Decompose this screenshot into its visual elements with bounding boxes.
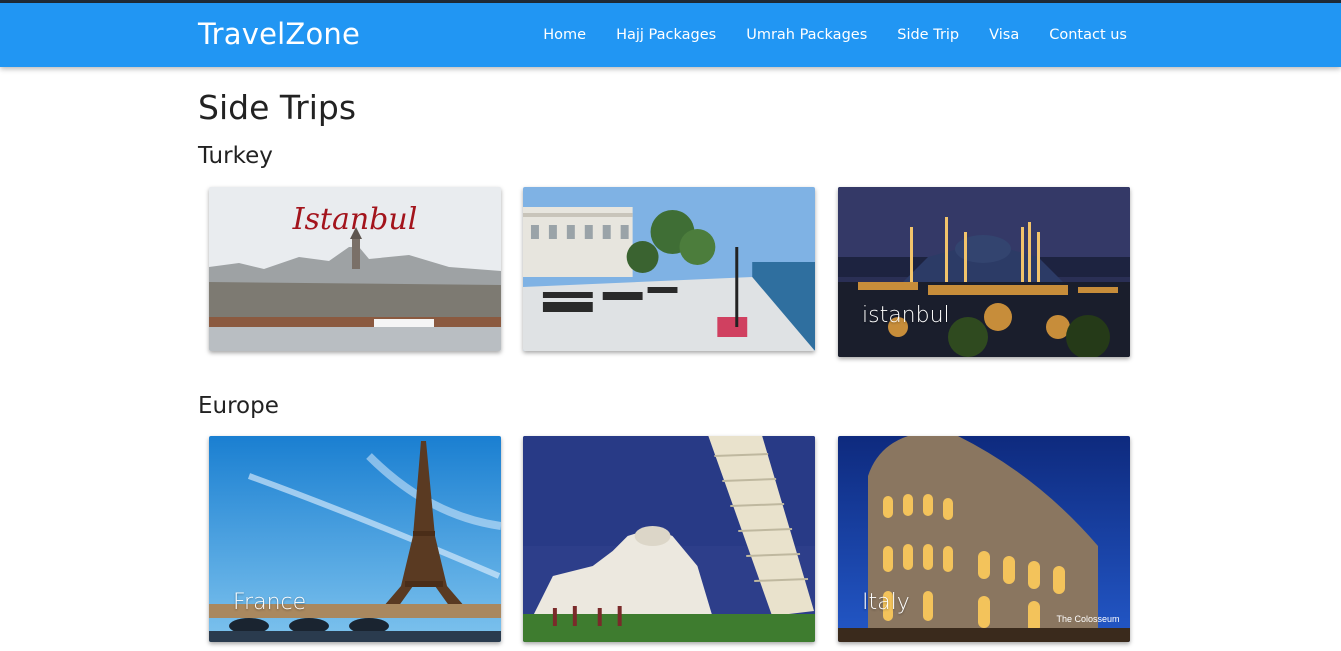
brand-logo[interactable]: TravelZone — [198, 17, 360, 51]
page-title: Side Trips — [198, 88, 357, 127]
main-nav: Home Hajj Packages Umrah Packages Side T… — [543, 27, 1127, 43]
section-title-turkey: Turkey — [198, 143, 273, 169]
nav-side-trip[interactable]: Side Trip — [897, 27, 959, 43]
blue-mosque-night-image — [838, 187, 1130, 357]
trip-card-bosphorus-terrace[interactable] — [523, 187, 815, 351]
nav-visa[interactable]: Visa — [989, 27, 1019, 43]
card-caption-istanbul: istanbul — [862, 303, 950, 328]
nav-home[interactable]: Home — [543, 27, 586, 43]
trip-card-france[interactable]: France — [209, 436, 501, 642]
bosphorus-terrace-image — [523, 187, 815, 351]
nav-umrah-packages[interactable]: Umrah Packages — [746, 27, 867, 43]
card-caption-france: France — [233, 590, 307, 615]
navbar: TravelZone Home Hajj Packages Umrah Pack… — [0, 3, 1341, 67]
trip-card-pisa[interactable] — [523, 436, 815, 642]
istanbul-image-text: Istanbul — [292, 202, 418, 237]
card-caption-italy: Italy — [862, 590, 910, 615]
istanbul-city-image: Istanbul — [209, 187, 501, 351]
nav-contact-us[interactable]: Contact us — [1049, 27, 1127, 43]
trip-card-istanbul-night[interactable]: istanbul — [838, 187, 1130, 357]
leaning-tower-pisa-image — [523, 436, 815, 642]
colosseum-image-text: The Colosseum — [1056, 614, 1119, 624]
trip-card-istanbul-city[interactable]: Istanbul — [209, 187, 501, 351]
trip-card-italy[interactable]: The Colosseum Italy — [838, 436, 1130, 642]
nav-hajj-packages[interactable]: Hajj Packages — [616, 27, 716, 43]
section-title-europe: Europe — [198, 393, 279, 419]
